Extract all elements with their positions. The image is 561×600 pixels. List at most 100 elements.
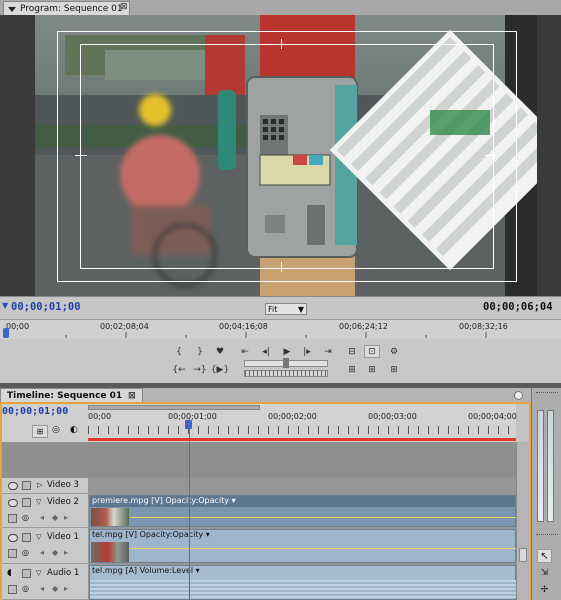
timeline-current-timecode[interactable]: 00;00;01;00 [2,406,68,417]
track-area-video-3[interactable] [88,478,516,494]
lift-button[interactable]: ⊟ [344,345,360,358]
timecode-marker-icon: ▼ [2,301,9,310]
add-keyframe-icon[interactable]: ◆ [52,584,58,593]
timeline-header: 00;00;01;00 ⊞ ◎ ◐ [2,404,88,442]
track-name: Video 3 [47,480,79,490]
timeline-vertical-scrollbar[interactable] [516,442,530,600]
mark-out-button[interactable]: } [192,345,208,358]
previous-keyframe-icon[interactable]: ◂ [40,584,44,593]
keyframe-icon[interactable]: ◐ [70,425,78,435]
timeline-close-icon[interactable]: ⊠ [128,391,136,401]
previous-keyframe-icon[interactable]: ◂ [40,548,44,557]
timeline-panel-menu-icon[interactable] [514,391,523,400]
tools-grip[interactable] [536,534,558,539]
ripple-edit-tool-icon[interactable]: ✢ [537,583,552,597]
clip-thumbnail [91,542,129,562]
empty-track-area [2,442,516,478]
next-keyframe-icon[interactable]: ▸ [64,584,68,593]
video-frame [35,15,537,296]
right-side-panel: ↖ ⇲ ✢ [531,388,561,600]
zoom-value: Fit [268,304,278,314]
keyframe-visibility-icon[interactable]: ◎ [22,548,29,557]
clip-name: premiere.mpg [V] Opacity:Opacity ▾ [92,496,236,505]
go-to-in-button[interactable]: ⇤ [237,345,253,358]
play-button[interactable]: ▶ [279,345,295,358]
panel-menu-triangle-icon[interactable] [8,6,16,12]
program-playhead-handle[interactable] [3,328,9,338]
step-forward-button[interactable]: |▸ [299,345,315,358]
shuttle-handle[interactable] [283,358,289,368]
center-mark-bottom [281,262,282,272]
expand-triangle-icon[interactable]: ▽ [36,498,41,506]
center-mark-right [485,155,497,156]
add-keyframe-icon[interactable]: ◆ [52,513,58,522]
next-keyframe-icon[interactable]: ▸ [64,513,68,522]
program-close-icon[interactable]: ⊠ [120,2,128,12]
ruler-label: 00;02;08;04 [100,322,149,331]
display-style-icon[interactable] [8,514,17,523]
track-visibility-eye-icon[interactable] [8,534,18,542]
zoom-select[interactable]: Fit ▼ [265,303,307,315]
set-marker-icon[interactable]: ◎ [52,425,60,435]
opacity-rubberband[interactable] [130,517,516,518]
program-duration-timecode: 00;00;06;04 [483,301,553,313]
keyframe-visibility-icon[interactable]: ◎ [22,513,29,522]
clip-tel-v[interactable]: tel.mpg [V] Opacity:Opacity ▾ [89,529,516,563]
export-frame-button[interactable]: ⊞ [386,363,402,376]
opacity-rubberband[interactable] [130,548,516,549]
scrollbar-thumb[interactable] [519,548,527,562]
selection-tool-icon[interactable]: ↖ [537,549,552,563]
output-settings-button[interactable]: ⚙ [386,345,402,358]
clip-premiere-v[interactable]: premiere.mpg [V] Opacity:Opacity ▾ [89,495,516,527]
extract-button[interactable]: ⊞ [344,363,360,376]
jog-dial[interactable] [244,370,328,377]
track-select-tool-icon[interactable]: ⇲ [537,566,552,580]
go-to-out-button[interactable]: ⇥ [320,345,336,358]
center-mark-left [75,155,87,156]
track-header-video-3: ▷ Video 3 [2,478,88,494]
timeline-tab[interactable]: Timeline: Sequence 01 ⊠ [0,388,143,403]
timeline-tab-label: Timeline: Sequence 01 [7,391,123,401]
add-keyframe-icon[interactable]: ◆ [52,548,58,557]
track-lock-toggle[interactable] [22,533,31,542]
program-current-timecode[interactable]: 00;00;01;00 [11,301,81,313]
work-area-bar[interactable] [88,438,516,441]
previous-keyframe-icon[interactable]: ◂ [40,513,44,522]
program-monitor-tab[interactable]: Program: Sequence 01 [3,1,130,16]
display-style-icon[interactable] [8,585,17,594]
track-lock-toggle[interactable] [22,498,31,507]
go-to-next-edit-button[interactable]: →} [192,363,208,376]
track-header-audio-1: ◖ ▽ Audio 1 ◎ ◂ ◆ ▸ [2,564,88,600]
audio-meter-right [547,410,554,522]
expand-triangle-icon[interactable]: ▷ [37,481,42,489]
snap-button[interactable]: ⊞ [32,425,48,438]
timeline-ruler[interactable]: 00;00 00;00;01;00 00;00;02;00 00;00;03;0… [88,404,517,442]
step-back-button[interactable]: ◂| [258,345,274,358]
track-lock-toggle[interactable] [22,481,31,490]
trim-button[interactable]: ⊞ [364,363,380,376]
center-mark-top [281,39,282,49]
display-style-icon[interactable] [8,549,17,558]
mark-in-button[interactable]: { [171,345,187,358]
next-keyframe-icon[interactable]: ▸ [64,548,68,557]
play-in-to-out-button[interactable]: {▶} [211,363,229,376]
track-visibility-eye-icon[interactable] [8,499,18,507]
track-visibility-eye-icon[interactable] [8,482,18,490]
expand-triangle-icon[interactable]: ▽ [36,533,41,541]
safe-margins-button[interactable]: ⊡ [364,345,380,358]
timeline-playhead-line[interactable] [189,418,190,600]
program-tab-label: Program: Sequence 01 [20,4,123,14]
set-marker-button[interactable]: ♥ [212,345,228,358]
program-time-ruler[interactable]: 00;00 00;02;08;04 00;04;16;08 00;06;24;1… [0,319,561,341]
audio-meter-grip[interactable] [536,392,558,397]
viewing-area-bar[interactable] [88,405,260,410]
track-lock-toggle[interactable] [22,569,31,578]
expand-triangle-icon[interactable]: ▽ [36,569,41,577]
clip-thumbnail [91,508,129,526]
ruler-label: 00;06;24;12 [339,322,388,331]
go-to-previous-edit-button[interactable]: {← [171,363,187,376]
keyframe-visibility-icon[interactable]: ◎ [22,584,29,593]
audio-waveform [90,580,516,598]
clip-tel-a[interactable]: tel.mpg [A] Volume:Level ▾ [89,565,516,600]
speaker-icon[interactable]: ◖ [7,568,12,578]
